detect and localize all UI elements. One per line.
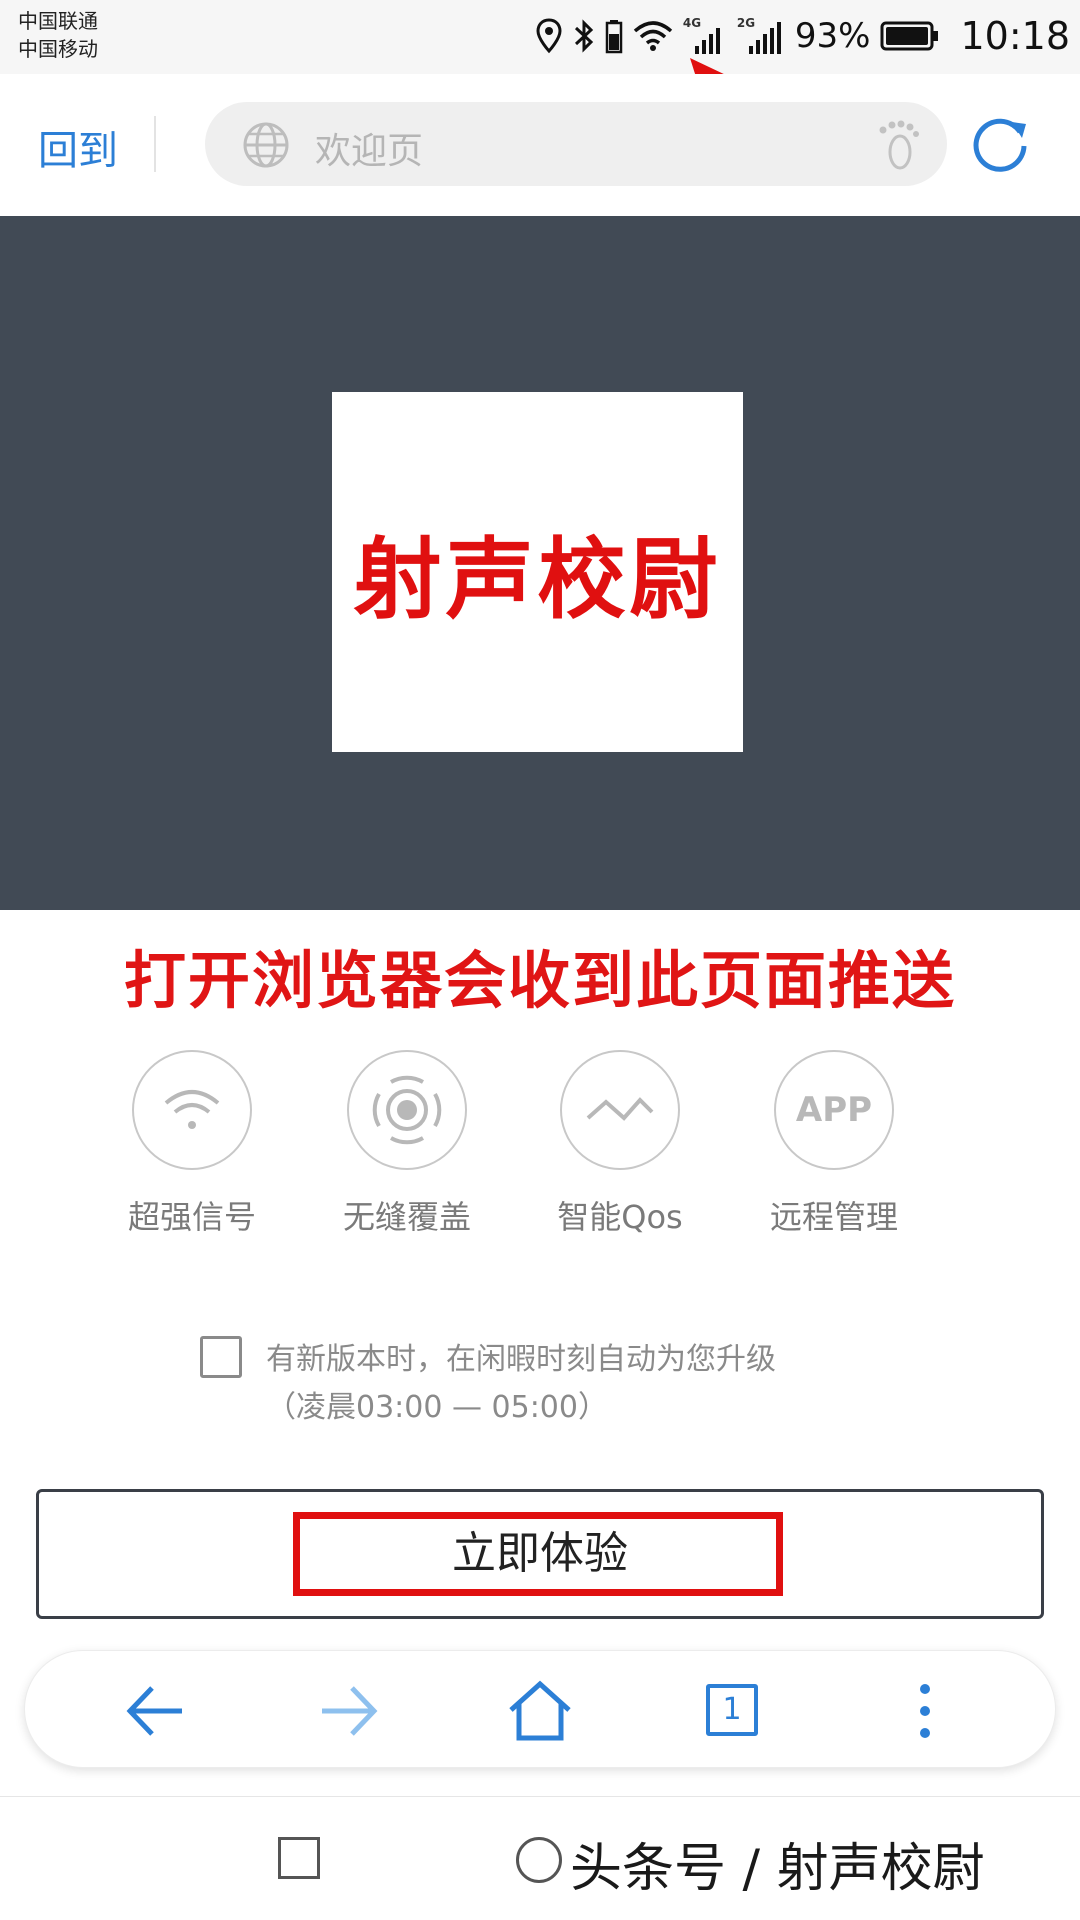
feature-signal: 超强信号 (82, 1050, 302, 1238)
home-circle-icon[interactable] (516, 1837, 562, 1883)
welcome-banner: 射声校尉 (0, 216, 1080, 910)
app-icon: APP (774, 1050, 894, 1170)
feature-label: 智能Qos (557, 1198, 683, 1236)
carrier-1: 中国联通 (18, 9, 98, 33)
recent-apps-icon[interactable] (278, 1837, 320, 1879)
status-bar: 中国联通 中国移动 4G 2G 93% 10:18 (0, 0, 1080, 266)
tab-count: 1 (706, 1684, 758, 1736)
refresh-icon[interactable] (968, 112, 1032, 176)
feature-remote: APP 远程管理 (724, 1050, 944, 1238)
feature-qos: 智能Qos (510, 1050, 730, 1238)
wave-icon (560, 1050, 680, 1170)
feature-label: 远程管理 (769, 1198, 898, 1236)
url-field[interactable]: 欢迎页 (205, 102, 947, 186)
wifi-icon (633, 21, 673, 51)
try-now-label: 立即体验 (452, 1528, 628, 1579)
bluetooth-icon (574, 19, 594, 53)
home-icon[interactable] (505, 1676, 575, 1746)
battery-icon (880, 21, 939, 51)
divider (154, 116, 156, 172)
feature-label: 超强信号 (127, 1198, 256, 1236)
auto-upgrade-line2: （凌晨03:00 — 05:00） (266, 1390, 608, 1425)
feature-label: 无缝覆盖 (342, 1198, 471, 1236)
address-bar: 回到 欢迎页 (0, 74, 1080, 216)
clock: 10:18 (960, 14, 1070, 58)
more-icon[interactable] (890, 1676, 960, 1746)
carrier-2: 中国移动 (18, 37, 98, 61)
back-to-link[interactable]: 回到 (38, 118, 118, 176)
back-arrow-icon[interactable] (120, 1676, 190, 1746)
battery-small-icon (605, 20, 623, 54)
auto-upgrade-line1: 有新版本时，在闲暇时刻自动为您升级 (266, 1342, 776, 1377)
push-notice-title: 打开浏览器会收到此页面推送 (123, 944, 956, 1017)
footprint-icon[interactable] (873, 118, 923, 172)
auto-upgrade-checkbox[interactable] (200, 1336, 242, 1378)
url-text: 欢迎页 (315, 131, 424, 172)
tabs-icon[interactable]: 1 (698, 1676, 768, 1746)
location-icon (536, 18, 562, 54)
logo-card: 射声校尉 (332, 392, 743, 752)
globe-icon (243, 122, 289, 168)
feature-coverage: 无缝覆盖 (297, 1050, 517, 1238)
coverage-icon (347, 1050, 467, 1170)
forward-arrow-icon[interactable] (314, 1676, 384, 1746)
watermark: 头条号 / 射声校尉 (570, 1839, 985, 1899)
wifi-signal-icon (132, 1050, 252, 1170)
logo-text: 射声校尉 (353, 526, 722, 631)
auto-upgrade-text: 有新版本时，在闲暇时刻自动为您升级 （凌晨03:00 — 05:00） (266, 1336, 776, 1432)
